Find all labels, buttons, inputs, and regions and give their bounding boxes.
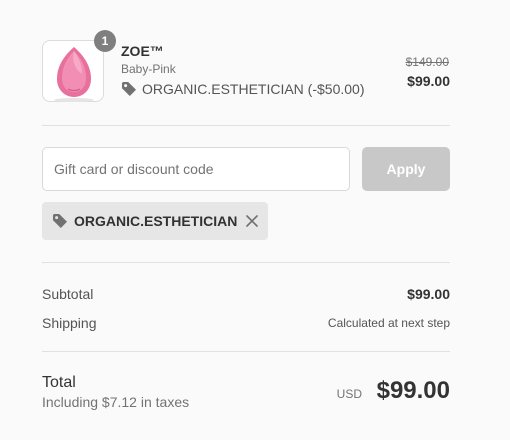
applied-discount-label: ORGANIC.ESTHETICIAN <box>74 213 238 229</box>
close-icon[interactable] <box>244 213 260 229</box>
shipping-value: Calculated at next step <box>327 316 450 330</box>
total-amount: $99.00 <box>376 377 450 404</box>
divider <box>42 125 450 126</box>
product-image <box>54 47 94 102</box>
subtotal-label: Subtotal <box>42 286 94 302</box>
product-thumbnail <box>42 40 104 102</box>
applied-discount-chip: ORGANIC.ESTHETICIAN <box>42 202 268 240</box>
divider <box>42 262 450 263</box>
divider <box>42 351 450 352</box>
original-price: $149.00 <box>405 55 449 69</box>
tag-icon <box>122 82 136 96</box>
tax-note: Including $7.12 in taxes <box>42 394 190 410</box>
final-price: $99.00 <box>407 73 450 89</box>
apply-button[interactable]: Apply <box>362 147 450 191</box>
discount-code-input[interactable] <box>42 147 350 191</box>
product-discount-label: ORGANIC.ESTHETICIAN (-$50.00) <box>142 81 365 97</box>
quantity-badge: 1 <box>94 30 116 52</box>
product-variant: Baby-Pink <box>121 62 176 76</box>
shipping-label: Shipping <box>42 315 97 331</box>
total-label: Total <box>42 374 76 391</box>
subtotal-value: $99.00 <box>407 286 450 302</box>
product-discount: ORGANIC.ESTHETICIAN (-$50.00) <box>121 81 365 97</box>
product-name: ZOE™ <box>121 43 164 59</box>
tag-icon <box>53 214 67 228</box>
currency-code: USD <box>336 387 362 401</box>
